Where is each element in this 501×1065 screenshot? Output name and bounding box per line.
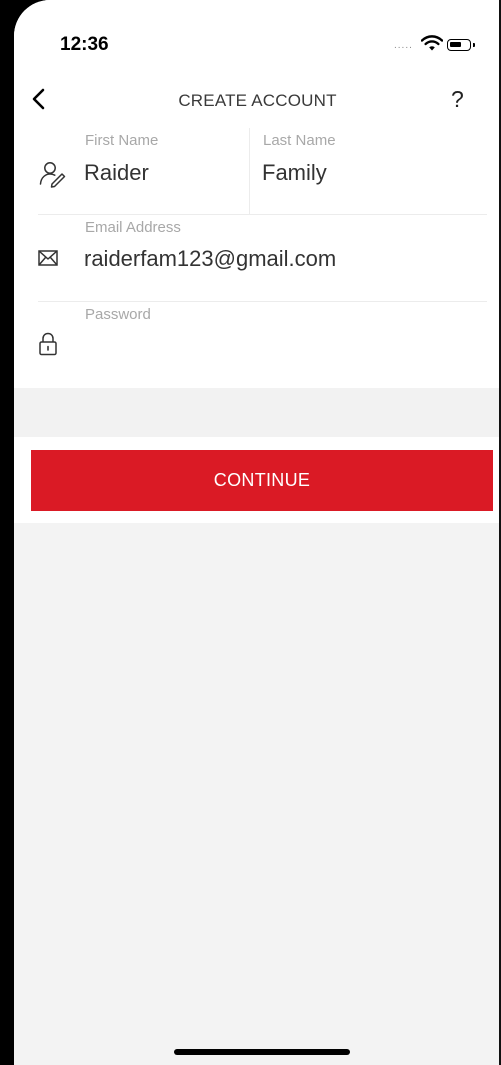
nav-bar: CREATE ACCOUNT ?	[14, 70, 501, 128]
user-edit-icon	[39, 162, 66, 188]
email-value: raiderfam123@gmail.com	[84, 246, 337, 271]
signal-indicator: .....	[394, 40, 413, 51]
first-name-field[interactable]: First Name Raider	[84, 128, 249, 214]
continue-button[interactable]: CONTINUE	[31, 450, 493, 511]
account-form: First Name Raider Last Name Family Email…	[14, 128, 501, 388]
email-label: Email Address	[85, 219, 181, 236]
home-indicator[interactable]	[174, 1049, 350, 1055]
status-time: 12:36	[60, 34, 109, 55]
section-gap	[14, 388, 501, 438]
phone-screen: 12:36 ..... CREATE ACCOUNT ? First Name …	[14, 0, 501, 1065]
page-title: CREATE ACCOUNT	[178, 91, 337, 110]
battery-icon	[447, 39, 475, 51]
password-label: Password	[85, 306, 151, 323]
last-name-field[interactable]: Last Name Family	[262, 128, 487, 214]
email-field[interactable]: Email Address raiderfam123@gmail.com	[84, 214, 487, 301]
status-bar: 12:36 .....	[14, 0, 501, 70]
password-field[interactable]: Password	[84, 301, 487, 388]
button-container: CONTINUE	[14, 437, 501, 523]
help-button[interactable]: ?	[451, 86, 464, 113]
last-name-value: Family	[262, 160, 327, 185]
last-name-label: Last Name	[263, 132, 336, 149]
envelope-icon	[38, 250, 58, 266]
lock-icon	[39, 332, 57, 356]
first-name-value: Raider	[84, 160, 149, 185]
wifi-icon	[421, 35, 443, 51]
first-name-label: First Name	[85, 132, 159, 149]
name-divider	[249, 128, 250, 214]
